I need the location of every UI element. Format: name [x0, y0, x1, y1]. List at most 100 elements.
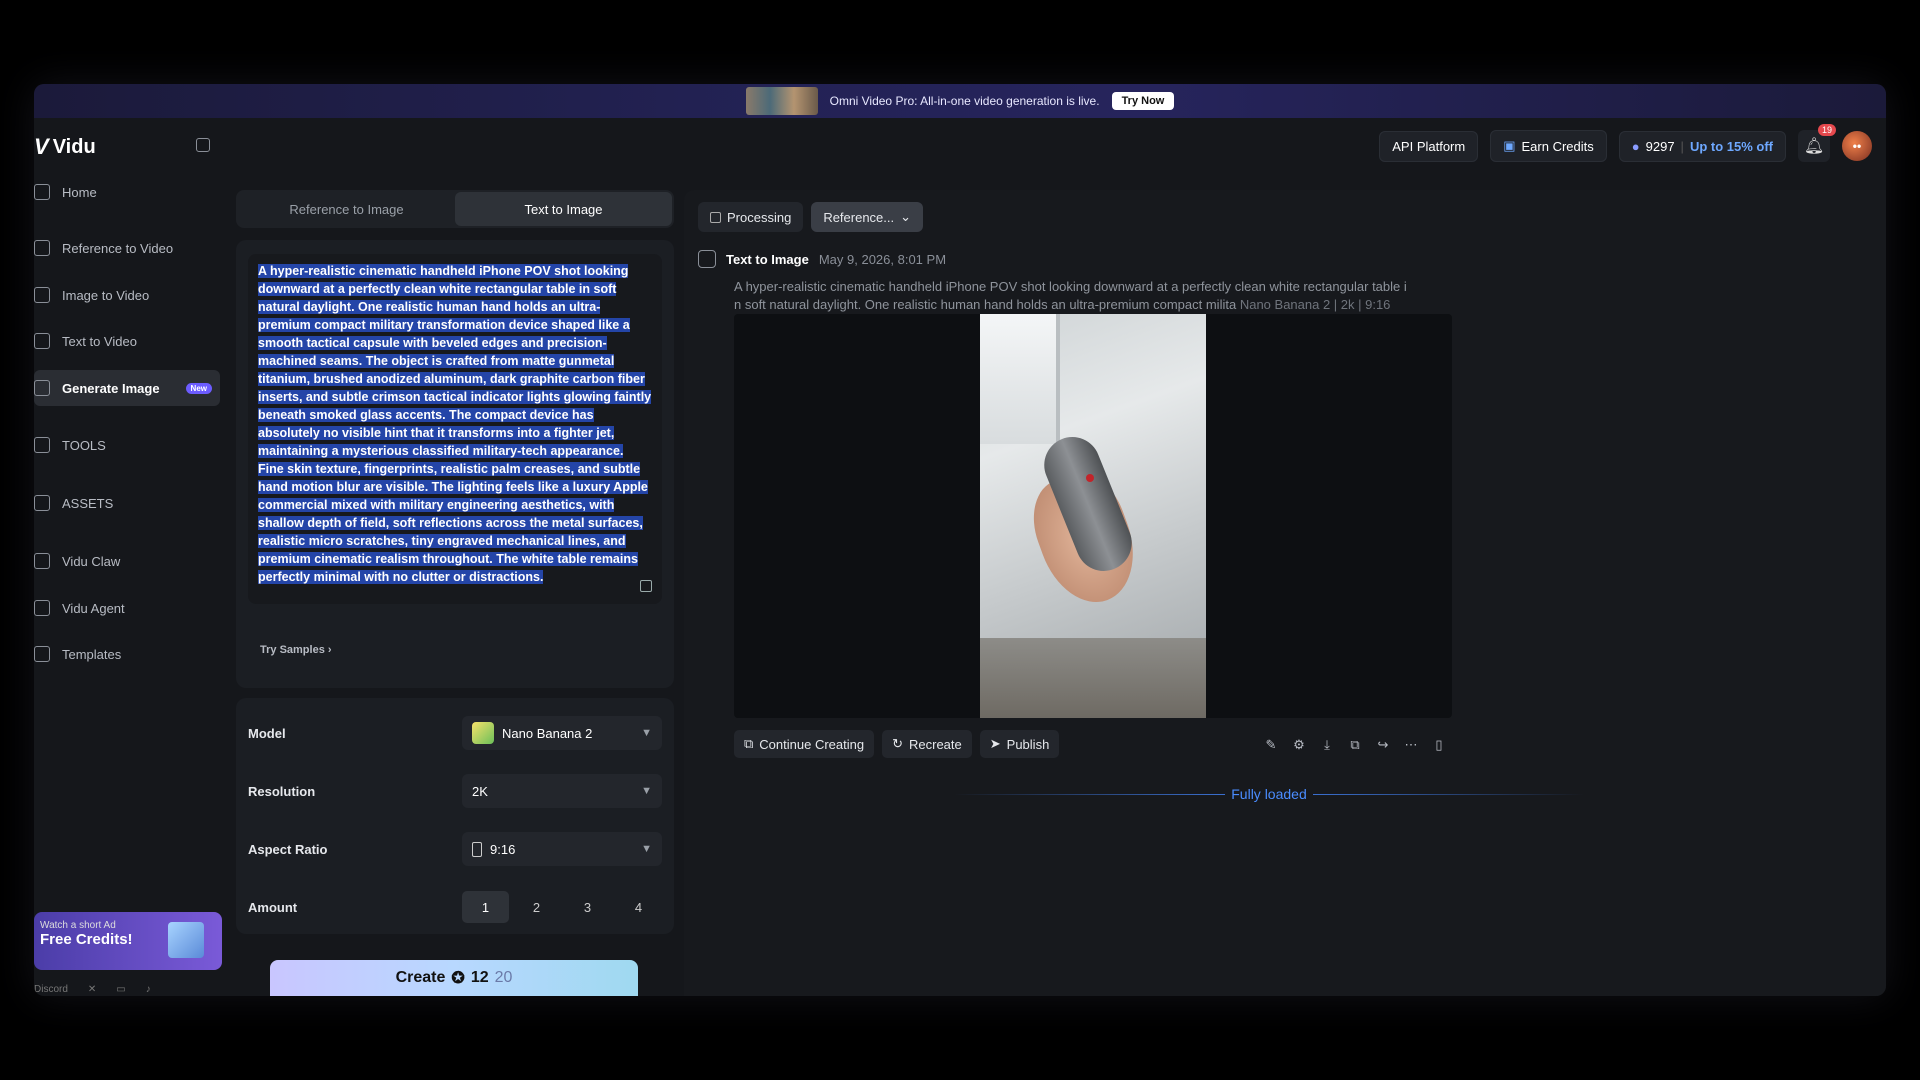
divider-right [1312, 793, 1584, 795]
tab-reference-to-image[interactable]: Reference to Image [238, 192, 455, 226]
portrait-icon [472, 841, 482, 857]
amount-selector: 1 2 3 4 [462, 891, 662, 923]
try-samples-link[interactable]: Try Samples › [260, 644, 332, 656]
prompt-text: A hyper-realistic cinematic handheld iPh… [258, 262, 652, 586]
sidebar-item-label: TOOLS [62, 437, 106, 453]
tools-icon [34, 437, 50, 453]
checkbox-icon [710, 211, 721, 223]
create-label: Create [395, 969, 446, 986]
aspect-ratio-value: 9:16 [490, 841, 516, 857]
sidebar-collapse-icon[interactable] [196, 138, 210, 152]
model-select[interactable]: Nano Banana 2 ▼ [462, 716, 662, 750]
api-platform-button[interactable]: API Platform [1379, 130, 1479, 162]
chat-icon[interactable]: ▭ [116, 984, 125, 995]
remix-icon[interactable]: ⚙ [1290, 736, 1308, 754]
open-external-icon[interactable]: ⧉ [1346, 736, 1364, 754]
sidebar-item-assets[interactable]: ASSETS [34, 485, 220, 521]
recreate-label: Recreate [909, 736, 962, 752]
notifications-button[interactable]: 🔔︎ 19 [1798, 124, 1836, 162]
chevron-down-icon: ▼ [641, 785, 652, 797]
generation-panel: Reference to Image Text to Image A hyper… [236, 190, 674, 934]
bookmark-icon[interactable]: ▯ [1430, 736, 1448, 754]
trash-icon[interactable] [640, 580, 652, 592]
fully-loaded-label: Fully loaded [1231, 786, 1307, 802]
model-value: Nano Banana 2 [502, 725, 593, 741]
discord-link[interactable]: Discord [34, 984, 68, 995]
resolution-select[interactable]: 2K ▼ [462, 774, 662, 808]
banner-text: Omni Video Pro: All-in-one video generat… [829, 94, 1100, 108]
free-credits-promo[interactable]: Watch a short Ad Free Credits! [34, 912, 222, 970]
amount-option-2[interactable]: 2 [513, 891, 560, 923]
chevron-down-icon: ▼ [641, 727, 652, 739]
prompt-selection: A hyper-realistic cinematic handheld iPh… [258, 264, 652, 584]
create-original-cost: 20 [494, 969, 513, 986]
try-now-button[interactable]: Try Now [1111, 92, 1175, 110]
resolution-value: 2K [472, 783, 488, 799]
chevron-down-icon: ⌄ [900, 209, 912, 224]
sidebar-item-label: Home [62, 184, 97, 200]
processing-filter[interactable]: Processing [698, 202, 804, 232]
sidebar-item-reference-to-video[interactable]: Reference to Video [34, 230, 220, 266]
sidebar-item-label: Templates [62, 646, 122, 662]
reference-filter-select[interactable]: Reference... ⌄ [811, 202, 924, 232]
credits-button[interactable]: ● 9297 | Up to 15% off [1618, 130, 1786, 162]
fully-loaded-indicator: Fully loaded [954, 786, 1584, 802]
banner-thumbnail [745, 87, 818, 115]
aspect-ratio-label: Aspect Ratio [248, 841, 328, 857]
avatar[interactable]: •• [1842, 131, 1872, 161]
gift-box-icon [168, 922, 204, 958]
sidebar-item-vidu-claw[interactable]: Vidu Claw [34, 543, 220, 579]
sidebar-item-generate-image[interactable]: Generate Image New [34, 370, 220, 406]
aspect-ratio-row: Aspect Ratio 9:16 ▼ [248, 820, 662, 878]
gift-icon: ▣ [1503, 138, 1516, 153]
earn-credits-button[interactable]: ▣ Earn Credits [1490, 130, 1607, 162]
generation-prompt[interactable]: A hyper-realistic cinematic handheld iPh… [734, 278, 1454, 314]
announcement-banner[interactable]: Omni Video Pro: All-in-one video generat… [34, 84, 1886, 118]
generation-prompt-line1: A hyper-realistic cinematic handheld iPh… [734, 279, 1407, 294]
generated-image-frame [734, 314, 1452, 718]
sidebar-item-vidu-agent[interactable]: Vidu Agent [34, 590, 220, 626]
publish-button[interactable]: ➤ Publish [979, 730, 1060, 758]
more-options-icon[interactable]: ⋯ [1402, 736, 1420, 754]
image-actions: ⧉ Continue Creating ↻ Recreate ➤ Publish [734, 730, 1060, 758]
sidebar-item-label: Text to Video [62, 333, 137, 349]
discount-label: Up to 15% off [1689, 138, 1773, 154]
generation-date: May 9, 2026, 8:01 PM [818, 251, 947, 267]
magic-wand-icon[interactable]: ✎ [1262, 736, 1280, 754]
aspect-ratio-select[interactable]: 9:16 ▼ [462, 832, 662, 866]
credits-count: 9297 [1645, 138, 1675, 154]
amount-option-3[interactable]: 3 [564, 891, 611, 923]
tab-text-to-image[interactable]: Text to Image [455, 192, 672, 226]
amount-option-4[interactable]: 4 [615, 891, 662, 923]
sidebar-item-label: Reference to Video [62, 240, 174, 256]
sidebar-item-text-to-video[interactable]: Text to Video [34, 323, 220, 359]
sidebar-item-tools[interactable]: TOOLS [34, 427, 220, 463]
more-icon[interactable]: ♪ [146, 984, 151, 995]
sidebar: Home Reference to Video Image to Video T… [34, 174, 224, 996]
amount-row: Amount 1 2 3 4 [248, 878, 662, 936]
sidebar-footer: Discord ✕ ▭ ♪ [34, 984, 151, 995]
reference-filter-label: Reference... [823, 209, 895, 225]
download-icon[interactable]: ⤓ [1318, 736, 1336, 754]
sidebar-item-label: Generate Image [62, 380, 160, 396]
prompt-input[interactable]: A hyper-realistic cinematic handheld iPh… [248, 254, 662, 604]
image-video-icon [34, 287, 50, 303]
sidebar-item-home[interactable]: Home [34, 174, 220, 210]
photo-floor [980, 638, 1206, 718]
vidu-logo[interactable]: V Vidu [34, 134, 96, 160]
amount-option-1[interactable]: 1 [462, 891, 509, 923]
sidebar-item-templates[interactable]: Templates [34, 636, 220, 672]
recreate-button[interactable]: ↻ Recreate [882, 730, 972, 758]
sidebar-item-image-to-video[interactable]: Image to Video [34, 277, 220, 313]
credits-icon: ● [1631, 138, 1640, 154]
continue-creating-button[interactable]: ⧉ Continue Creating [734, 730, 875, 758]
x-icon[interactable]: ✕ [88, 984, 96, 995]
generation-meta: Nano Banana 2 | 2k | 9:16 [1239, 297, 1391, 312]
share-icon[interactable]: ↪ [1374, 736, 1392, 754]
sidebar-item-label: Image to Video [62, 287, 150, 303]
create-button[interactable]: Create ✪ 12 20 [270, 960, 638, 996]
divider-left [954, 793, 1226, 795]
generated-image[interactable] [980, 314, 1206, 718]
logo-text: Vidu [52, 135, 96, 158]
photo-indicator-light [1086, 474, 1094, 482]
